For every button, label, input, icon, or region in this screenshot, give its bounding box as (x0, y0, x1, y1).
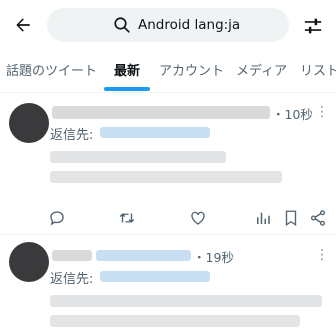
reply-to-handle-redacted[interactable] (100, 271, 210, 282)
post-time: ・10秒 (272, 107, 313, 122)
post-time: ・19秒 (193, 250, 234, 265)
post-text-redacted (50, 295, 322, 307)
author-name-redacted (52, 106, 270, 119)
tab-media[interactable]: メディア (236, 52, 287, 92)
like-icon[interactable] (189, 209, 207, 227)
post-text-redacted (50, 315, 300, 327)
filter-button[interactable] (298, 12, 328, 40)
more-options-icon[interactable]: ⋮ (315, 104, 329, 120)
views-icon[interactable] (254, 209, 272, 227)
post-text-redacted (50, 151, 226, 163)
tab-top[interactable]: 話題のツイート (6, 52, 97, 92)
arrow-left-icon (16, 18, 30, 32)
search-input[interactable]: Android lang:ja (47, 8, 289, 42)
search-query: Android lang:ja (138, 17, 241, 33)
post-item[interactable]: ・10秒 ⋮ 返信先: (0, 93, 336, 235)
author-handle-redacted (96, 250, 191, 261)
more-options-icon[interactable]: ⋮ (315, 247, 329, 263)
active-tab-indicator (104, 87, 150, 91)
share-icon[interactable] (309, 209, 327, 227)
tab-bar: 話題のツイート 最新 アカウント メディア リスト (0, 52, 336, 93)
back-button[interactable] (8, 10, 38, 40)
author-name-redacted (52, 250, 92, 261)
tab-lists[interactable]: リスト (300, 52, 336, 92)
search-icon (114, 17, 130, 33)
tab-latest[interactable]: 最新 (114, 52, 140, 92)
tab-accounts[interactable]: アカウント (159, 52, 224, 92)
reply-to-label: 返信先: (50, 272, 94, 287)
avatar[interactable] (9, 242, 49, 282)
reply-icon[interactable] (48, 209, 66, 227)
retweet-icon[interactable] (118, 209, 136, 227)
post-item[interactable]: ・19秒 ⋮ 返信先: (0, 235, 336, 336)
post-actions (48, 209, 328, 229)
sliders-icon (304, 18, 322, 34)
bookmark-icon[interactable] (282, 209, 300, 227)
reply-to-label: 返信先: (50, 128, 94, 143)
avatar[interactable] (9, 103, 49, 143)
reply-to-handle-redacted[interactable] (100, 127, 210, 138)
post-text-redacted (50, 171, 282, 183)
